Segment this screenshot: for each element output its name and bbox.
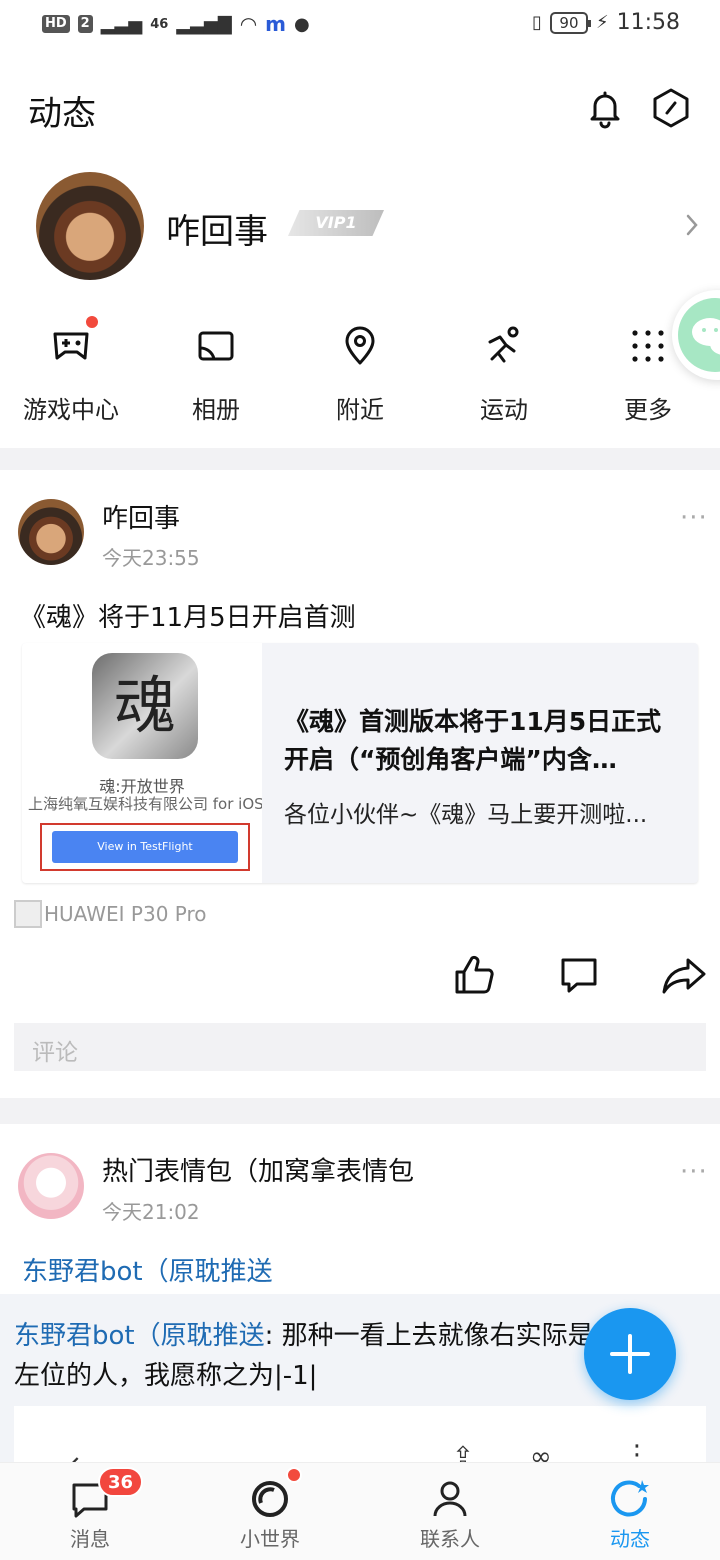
- quick-action-nearby[interactable]: 附近: [295, 322, 425, 425]
- gamepad-icon: [6, 314, 136, 370]
- plus-icon: [584, 1308, 676, 1400]
- like-icon[interactable]: [452, 952, 496, 996]
- tab-label: 动态: [610, 1527, 650, 1551]
- post-time: 今天21:02: [102, 1200, 200, 1224]
- share-icon[interactable]: [660, 954, 708, 996]
- shared-link-card[interactable]: 魂 魂:开放世界 上海纯氧互娱科技有限公司 for iOS View in Te…: [22, 643, 698, 883]
- post-tag-link[interactable]: 东野君bot（原耽推送: [22, 1251, 273, 1288]
- status-bar: HD 2 ▂▃▅ 46 ▂▃▅▇ ◠ m ● ▯ 90 ⚡ 11:58: [0, 0, 720, 52]
- notification-dot: [84, 314, 100, 330]
- new-post-button[interactable]: [584, 1308, 676, 1400]
- app-publisher: 上海纯氧互娱科技有限公司 for iOS: [28, 795, 262, 813]
- quick-action-game-center[interactable]: 游戏中心: [6, 314, 136, 425]
- tab-small-world[interactable]: 小世界: [180, 1463, 360, 1552]
- app-icon: 魂: [92, 653, 198, 759]
- hd-indicator: HD: [42, 15, 70, 33]
- quick-action-label: 相册: [192, 396, 240, 424]
- comment-icon[interactable]: [557, 954, 601, 994]
- tab-label: 消息: [70, 1527, 110, 1551]
- wifi-icon: ◠: [239, 12, 258, 36]
- quoted-source-link[interactable]: 东野君bot（原耽推送: [14, 1321, 265, 1351]
- wechat-share-float[interactable]: [672, 290, 720, 380]
- card-thumbnail: 魂 魂:开放世界 上海纯氧互娱科技有限公司 for iOS View in Te…: [22, 643, 262, 883]
- person-icon: [360, 1463, 540, 1519]
- status-right: ▯ 90 ⚡ 11:58: [532, 10, 680, 35]
- device-name: HUAWEI P30 Pro: [44, 902, 207, 926]
- signal-icon-2: ▂▃▅▇: [176, 13, 232, 35]
- bell-icon[interactable]: [584, 88, 626, 130]
- battery-indicator: 90: [549, 11, 591, 34]
- tab-label: 联系人: [420, 1527, 480, 1551]
- more-options-icon[interactable]: ···: [680, 503, 708, 533]
- testflight-button[interactable]: View in TestFlight: [52, 831, 238, 863]
- wechat-icon: [678, 298, 720, 372]
- quick-action-album[interactable]: 相册: [151, 322, 281, 425]
- small-world-icon: [180, 1463, 360, 1519]
- comment-input[interactable]: 评论: [14, 1023, 706, 1071]
- page-title: 动态: [28, 94, 96, 134]
- post-author-avatar[interactable]: [18, 1153, 84, 1219]
- clock: 11:58: [616, 10, 680, 35]
- vibrate-icon: ▯: [532, 12, 542, 33]
- unread-badge: 36: [98, 1467, 144, 1497]
- hexagon-settings-icon[interactable]: [650, 86, 692, 130]
- quoted-text-line1: : 那种一看上去就像右实际是: [264, 1321, 594, 1351]
- charging-icon: ⚡: [595, 12, 609, 33]
- app-icon-glyph: 魂: [113, 669, 176, 742]
- running-icon: [439, 322, 569, 370]
- quick-action-label: 更多: [624, 396, 672, 424]
- tab-label: 小世界: [240, 1527, 300, 1551]
- quick-action-label: 游戏中心: [23, 396, 119, 424]
- quick-action-label: 附近: [336, 396, 384, 424]
- tab-contacts[interactable]: 联系人: [360, 1463, 540, 1552]
- post-author-name[interactable]: 咋回事: [102, 498, 180, 535]
- section-divider: [0, 448, 720, 470]
- post-author-avatar[interactable]: [18, 499, 84, 565]
- chevron-right-icon[interactable]: [682, 210, 702, 240]
- message-notification-icon: ●: [294, 13, 310, 35]
- quick-action-sports[interactable]: 运动: [439, 322, 569, 425]
- section-divider: [0, 1098, 720, 1124]
- tab-messages[interactable]: 36 消息: [0, 1463, 180, 1552]
- vip-badge[interactable]: VIP1: [288, 210, 384, 236]
- sim-indicator: 2: [77, 15, 93, 33]
- post-author-name[interactable]: 热门表情包（加窝拿表情包: [102, 1151, 414, 1188]
- quoted-text-line2: 左位的人，我愿称之为|-1|: [14, 1361, 318, 1391]
- tab-feed[interactable]: 动态: [540, 1463, 720, 1552]
- post-time: 今天23:55: [102, 546, 200, 570]
- location-pin-icon: [295, 322, 425, 370]
- card-description: 各位小伙伴~《魂》马上要开测啦...: [284, 802, 648, 828]
- profile-avatar[interactable]: [36, 172, 144, 280]
- quick-action-label: 运动: [480, 396, 528, 424]
- more-options-icon[interactable]: ···: [680, 1157, 708, 1187]
- card-title: 《魂》首测版本将于11月5日正式开启（“预创角客户端”内含…: [284, 707, 662, 774]
- signal-icon: ▂▃▅: [100, 13, 143, 35]
- album-icon: [151, 322, 281, 370]
- notification-dot: [286, 1467, 302, 1483]
- network-type: 46: [150, 16, 169, 32]
- post-text: 《魂》将于11月5日开启首测: [20, 603, 356, 633]
- device-image-icon: [14, 900, 42, 928]
- refresh-star-icon: [540, 1463, 720, 1519]
- app-notification-icon: m: [265, 12, 287, 36]
- profile-name[interactable]: 咋回事: [166, 204, 268, 253]
- chat-bubble-icon: 36: [0, 1463, 180, 1519]
- bottom-tab-bar: 36 消息 小世界 联系人 动态: [0, 1462, 720, 1560]
- status-left: HD 2 ▂▃▅ 46 ▂▃▅▇ ◠ m ●: [42, 12, 310, 36]
